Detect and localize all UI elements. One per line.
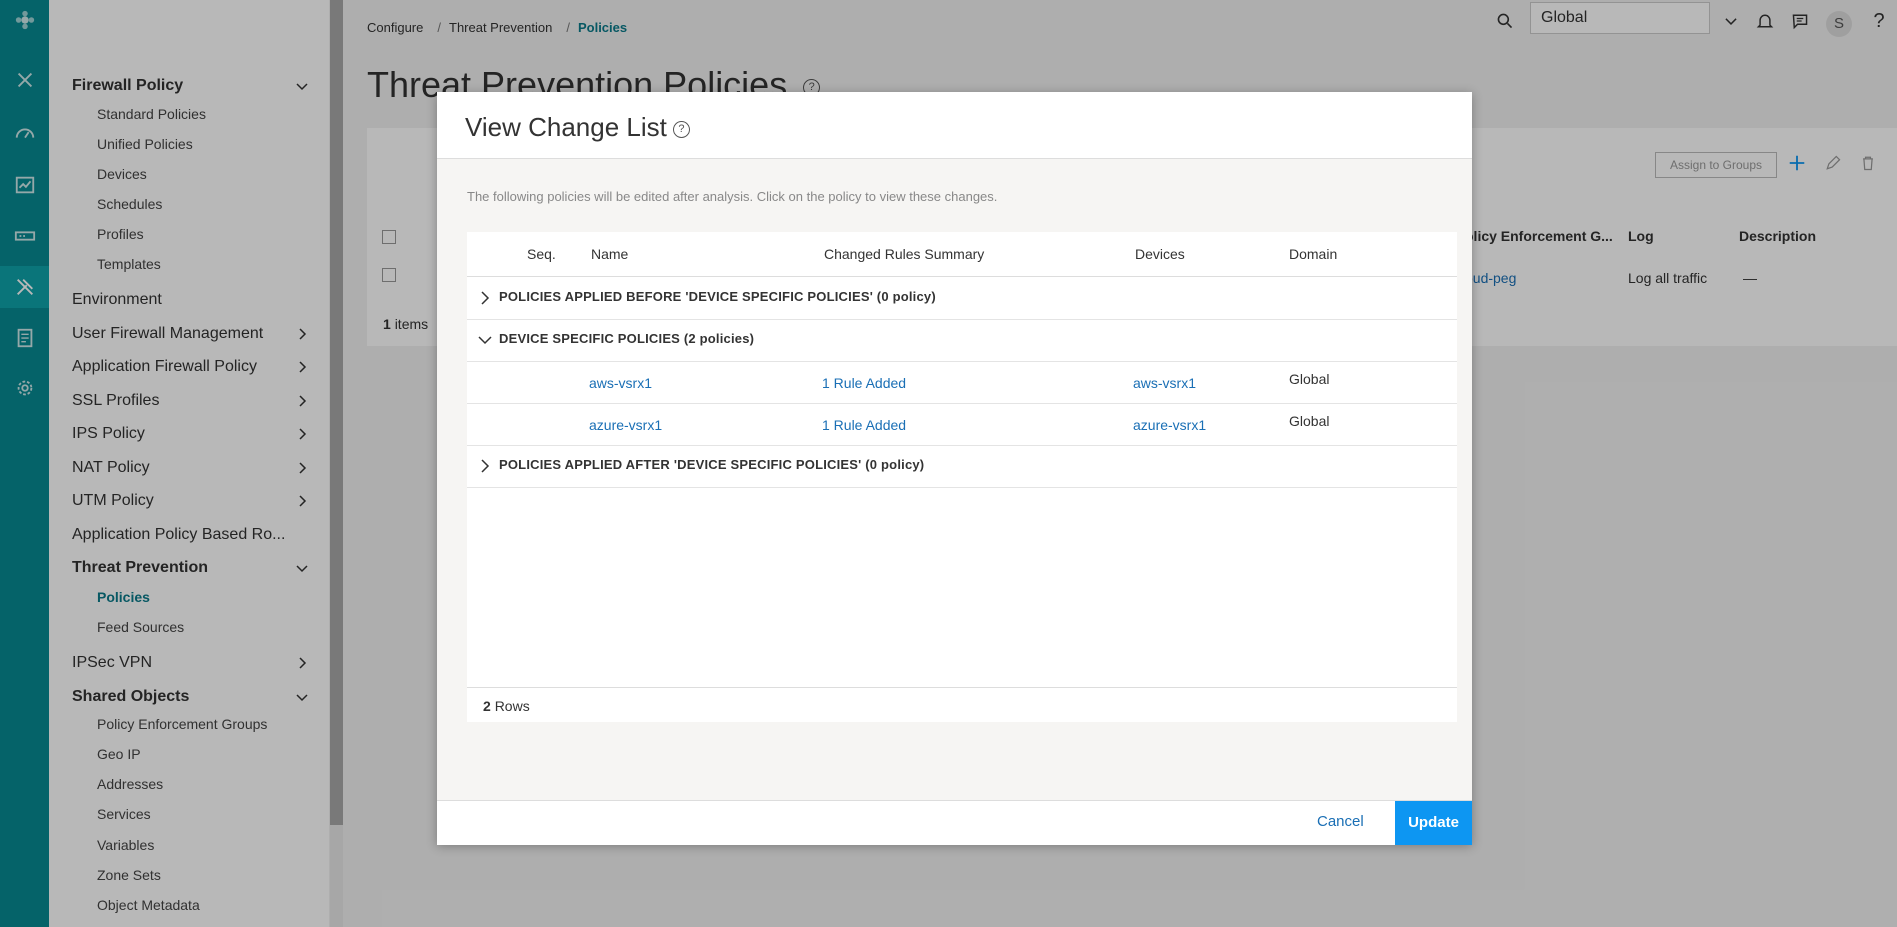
table-row: aws-vsrx1 1 Rule Added aws-vsrx1 Global (467, 361, 1457, 404)
modal-description: The following policies will be edited af… (467, 189, 998, 204)
device-link[interactable]: aws-vsrx1 (1133, 375, 1196, 391)
modal-title-text: View Change List (465, 112, 667, 142)
col-domain[interactable]: Domain (1289, 246, 1337, 262)
col-summary[interactable]: Changed Rules Summary (824, 246, 984, 262)
row-count: 2 Rows (483, 698, 530, 714)
modal-header: View Change List? (437, 92, 1472, 159)
policy-name-link[interactable]: aws-vsrx1 (589, 375, 652, 391)
device-link[interactable]: azure-vsrx1 (1133, 417, 1206, 433)
help-icon[interactable]: ? (672, 120, 690, 138)
group-row-device-specific[interactable]: DEVICE SPECIFIC POLICIES (2 policies) (467, 319, 1457, 362)
cancel-button[interactable]: Cancel (1317, 813, 1364, 830)
group-label: POLICIES APPLIED AFTER 'DEVICE SPECIFIC … (499, 457, 925, 472)
col-name[interactable]: Name (591, 246, 628, 262)
grid-header: Seq. Name Changed Rules Summary Devices … (467, 232, 1457, 277)
col-devices[interactable]: Devices (1135, 246, 1185, 262)
col-seq[interactable]: Seq. (527, 246, 556, 262)
modal-footer: Cancel Update (437, 800, 1472, 845)
group-label: POLICIES APPLIED BEFORE 'DEVICE SPECIFIC… (499, 289, 936, 304)
summary-link[interactable]: 1 Rule Added (822, 417, 906, 433)
grid-footer: 2 Rows (467, 687, 1457, 723)
chevron-right-icon[interactable] (477, 458, 493, 474)
domain-value: Global (1289, 371, 1330, 387)
view-change-list-modal: View Change List? The following policies… (437, 92, 1472, 845)
change-list-grid: Seq. Name Changed Rules Summary Devices … (467, 232, 1457, 722)
group-label: DEVICE SPECIFIC POLICIES (2 policies) (499, 331, 755, 346)
group-row-before[interactable]: POLICIES APPLIED BEFORE 'DEVICE SPECIFIC… (467, 277, 1457, 320)
chevron-right-icon[interactable] (477, 290, 493, 306)
update-button[interactable]: Update (1395, 801, 1472, 845)
domain-value: Global (1289, 413, 1330, 429)
modal-title: View Change List? (465, 112, 690, 143)
chevron-down-icon[interactable] (477, 332, 493, 348)
policy-name-link[interactable]: azure-vsrx1 (589, 417, 662, 433)
summary-link[interactable]: 1 Rule Added (822, 375, 906, 391)
table-row: azure-vsrx1 1 Rule Added azure-vsrx1 Glo… (467, 403, 1457, 446)
group-row-after[interactable]: POLICIES APPLIED AFTER 'DEVICE SPECIFIC … (467, 445, 1457, 488)
